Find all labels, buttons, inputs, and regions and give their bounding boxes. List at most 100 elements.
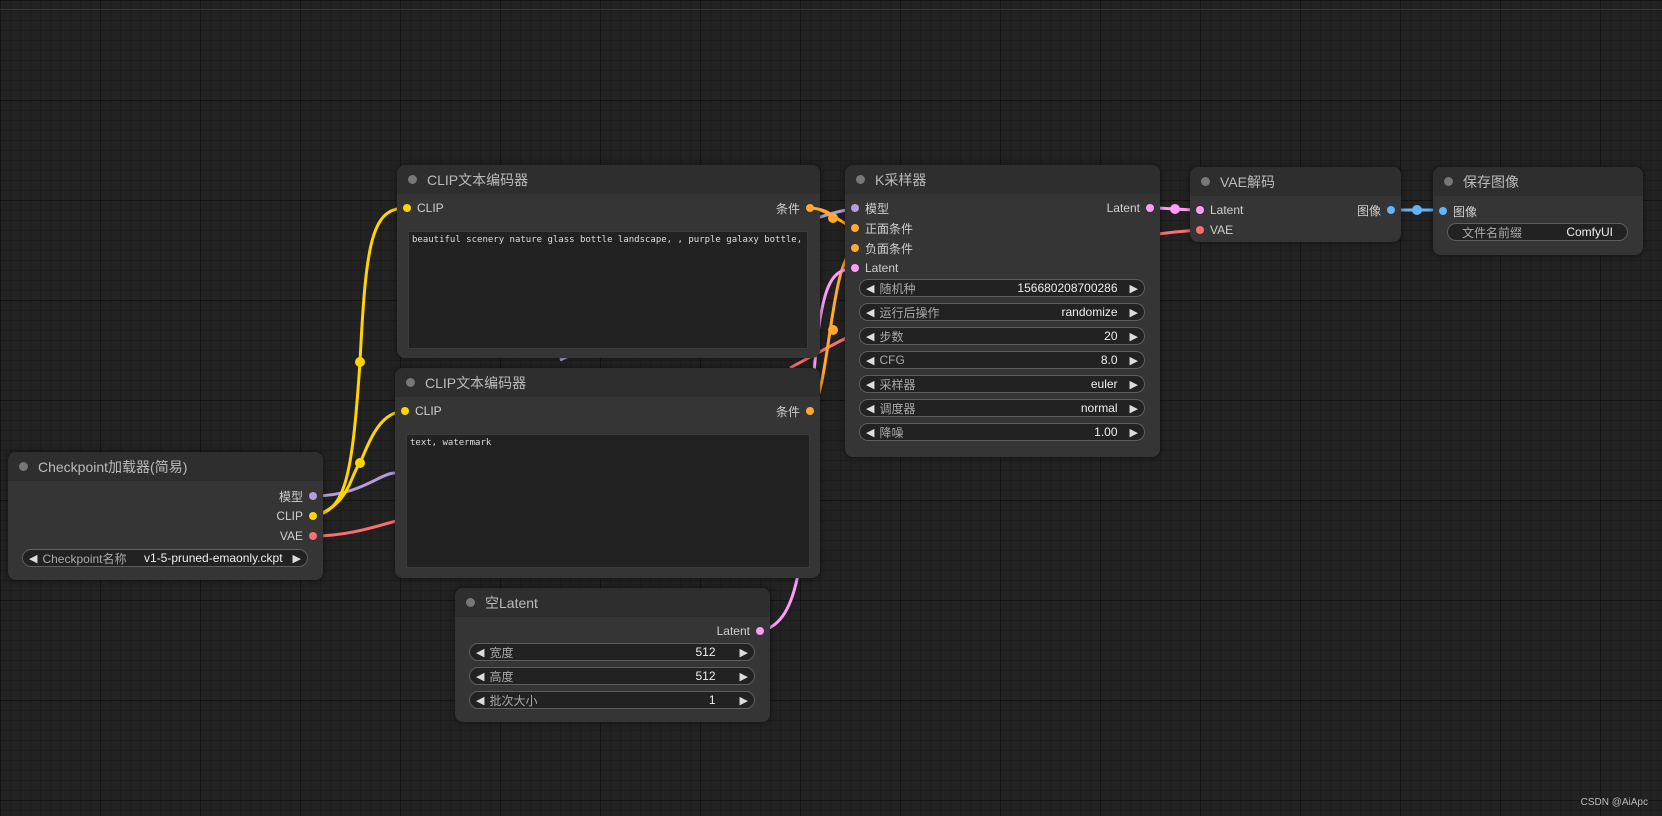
output-slot-icon[interactable]: [1146, 204, 1154, 212]
collapse-dot-icon[interactable]: [466, 598, 475, 607]
watermark: CSDN @AiApc: [1580, 797, 1648, 808]
widget-label: 运行后操作: [879, 305, 940, 320]
arrow-right-icon[interactable]: ▶: [740, 670, 748, 683]
input-latent[interactable]: Latent: [851, 259, 898, 277]
node-title[interactable]: CLIP文本编码器: [395, 368, 820, 397]
batch-size-widget[interactable]: ◀ 批次大小 1 ▶: [469, 691, 755, 709]
arrow-left-icon[interactable]: ◀: [476, 694, 484, 707]
input-clip[interactable]: CLIP: [403, 199, 444, 217]
prompt-textarea[interactable]: text, watermark: [406, 434, 810, 568]
denoise-widget[interactable]: ◀ 降噪 1.00 ▶: [859, 423, 1145, 441]
input-latent[interactable]: Latent: [1196, 201, 1243, 219]
output-slot-icon[interactable]: [756, 627, 764, 635]
input-label: 模型: [865, 201, 890, 216]
arrow-right-icon[interactable]: ▶: [1130, 306, 1138, 319]
input-model[interactable]: 模型: [851, 199, 889, 217]
arrow-left-icon[interactable]: ◀: [476, 670, 484, 683]
reroute-dot: [355, 357, 365, 367]
arrow-left-icon[interactable]: ◀: [866, 330, 874, 343]
collapse-dot-icon[interactable]: [406, 378, 415, 387]
output-slot-icon[interactable]: [309, 532, 317, 540]
node-vae-decode[interactable]: VAE解码 Latent VAE 图像: [1190, 167, 1401, 242]
node-title[interactable]: 保存图像: [1433, 167, 1643, 196]
input-slot-icon[interactable]: [1196, 206, 1204, 214]
sampler-widget[interactable]: ◀ 采样器 euler ▶: [859, 375, 1145, 393]
filename-prefix-widget[interactable]: 文件名前缀 ComfyUI: [1447, 223, 1628, 241]
arrow-right-icon[interactable]: ▶: [1130, 282, 1138, 295]
node-title[interactable]: 空Latent: [455, 588, 770, 617]
arrow-left-icon[interactable]: ◀: [866, 282, 874, 295]
output-vae[interactable]: VAE: [280, 527, 317, 545]
input-label: CLIP: [417, 201, 444, 215]
output-conditioning[interactable]: 条件: [776, 199, 814, 217]
arrow-right-icon[interactable]: ▶: [1130, 354, 1138, 367]
node-save-image[interactable]: 保存图像 图像 文件名前缀 ComfyUI: [1433, 167, 1643, 255]
output-label: CLIP: [276, 509, 303, 523]
input-slot-icon[interactable]: [401, 407, 409, 415]
width-widget[interactable]: ◀ 宽度 512 ▶: [469, 643, 755, 661]
control-after-generate-widget[interactable]: ◀ 运行后操作 randomize ▶: [859, 303, 1145, 321]
input-slot-icon[interactable]: [403, 204, 411, 212]
scheduler-widget[interactable]: ◀ 调度器 normal ▶: [859, 399, 1145, 417]
node-ksampler[interactable]: K采样器 模型 正面条件 负面条件 Latent Latent ◀ 随机种 15…: [845, 165, 1160, 457]
input-image[interactable]: 图像: [1439, 202, 1477, 220]
node-empty-latent[interactable]: 空Latent Latent ◀ 宽度 512 ▶ ◀ 高度 512 ▶ ◀ 批…: [455, 588, 770, 722]
input-positive[interactable]: 正面条件: [851, 219, 913, 237]
prompt-textarea[interactable]: beautiful scenery nature glass bottle la…: [408, 231, 808, 349]
arrow-left-icon[interactable]: ◀: [476, 646, 484, 659]
output-slot-icon[interactable]: [1387, 206, 1395, 214]
input-slot-icon[interactable]: [851, 264, 859, 272]
arrow-left-icon[interactable]: ◀: [866, 354, 874, 367]
input-slot-icon[interactable]: [1439, 207, 1447, 215]
widget-label: 文件名前缀: [1462, 225, 1523, 240]
output-latent[interactable]: Latent: [1107, 199, 1154, 217]
arrow-left-icon[interactable]: ◀: [29, 552, 37, 565]
input-slot-icon[interactable]: [851, 244, 859, 252]
output-image[interactable]: 图像: [1357, 201, 1395, 219]
output-slot-icon[interactable]: [309, 512, 317, 520]
arrow-right-icon[interactable]: ▶: [293, 552, 301, 565]
node-clip-text-encode-positive[interactable]: CLIP文本编码器 CLIP 条件 beautiful scenery natu…: [397, 165, 820, 358]
arrow-right-icon[interactable]: ▶: [1130, 426, 1138, 439]
node-title[interactable]: VAE解码: [1190, 167, 1401, 196]
arrow-left-icon[interactable]: ◀: [866, 402, 874, 415]
arrow-left-icon[interactable]: ◀: [866, 378, 874, 391]
output-model[interactable]: 模型: [279, 487, 317, 505]
input-slot-icon[interactable]: [851, 204, 859, 212]
cfg-widget[interactable]: ◀ CFG 8.0 ▶: [859, 351, 1145, 369]
arrow-left-icon[interactable]: ◀: [866, 306, 874, 319]
output-slot-icon[interactable]: [309, 492, 317, 500]
output-clip[interactable]: CLIP: [276, 507, 317, 525]
collapse-dot-icon[interactable]: [1444, 177, 1453, 186]
output-slot-icon[interactable]: [806, 204, 814, 212]
input-negative[interactable]: 负面条件: [851, 239, 913, 257]
output-conditioning[interactable]: 条件: [776, 402, 814, 420]
collapse-dot-icon[interactable]: [19, 462, 28, 471]
arrow-left-icon[interactable]: ◀: [866, 426, 874, 439]
node-checkpoint-loader[interactable]: Checkpoint加载器(简易) 模型 CLIP VAE ◀ Checkpoi…: [8, 452, 323, 580]
node-title[interactable]: K采样器: [845, 165, 1160, 194]
checkpoint-name-combo[interactable]: ◀ Checkpoint名称 v1-5-pruned-emaonly.ckpt …: [22, 549, 308, 567]
seed-widget[interactable]: ◀ 随机种 156680208700286 ▶: [859, 279, 1145, 297]
wire-clip-neg: [313, 409, 407, 518]
input-label: 正面条件: [865, 221, 914, 236]
arrow-right-icon[interactable]: ▶: [1130, 378, 1138, 391]
collapse-dot-icon[interactable]: [856, 175, 865, 184]
collapse-dot-icon[interactable]: [1201, 177, 1210, 186]
node-title[interactable]: CLIP文本编码器: [397, 165, 820, 194]
input-slot-icon[interactable]: [851, 224, 859, 232]
arrow-right-icon[interactable]: ▶: [1130, 402, 1138, 415]
collapse-dot-icon[interactable]: [408, 175, 417, 184]
node-title[interactable]: Checkpoint加载器(简易): [8, 452, 323, 481]
input-clip[interactable]: CLIP: [401, 402, 442, 420]
node-clip-text-encode-negative[interactable]: CLIP文本编码器 CLIP 条件 text, watermark: [395, 368, 820, 578]
input-vae[interactable]: VAE: [1196, 221, 1233, 239]
steps-widget[interactable]: ◀ 步数 20 ▶: [859, 327, 1145, 345]
arrow-right-icon[interactable]: ▶: [1130, 330, 1138, 343]
height-widget[interactable]: ◀ 高度 512 ▶: [469, 667, 755, 685]
arrow-right-icon[interactable]: ▶: [740, 646, 748, 659]
arrow-right-icon[interactable]: ▶: [740, 694, 748, 707]
output-slot-icon[interactable]: [806, 407, 814, 415]
output-latent[interactable]: Latent: [717, 622, 764, 640]
input-slot-icon[interactable]: [1196, 226, 1204, 234]
